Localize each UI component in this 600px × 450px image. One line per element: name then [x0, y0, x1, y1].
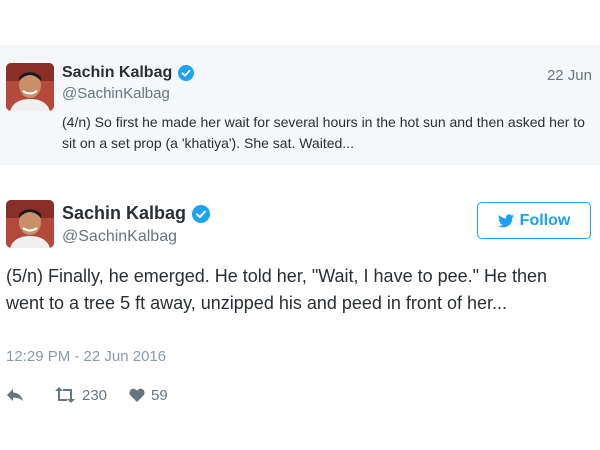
like-button[interactable]: 59 [129, 387, 168, 404]
author-row: Sachin Kalbag [62, 203, 211, 224]
avatar[interactable] [6, 200, 54, 248]
author-name[interactable]: Sachin Kalbag [62, 203, 186, 224]
author-name[interactable]: Sachin Kalbag [62, 64, 172, 82]
reply-arrow-icon [6, 388, 24, 402]
quoted-tweet-card[interactable]: Sachin Kalbag @SachinKalbag 22 Jun (4/n)… [0, 45, 600, 165]
tweet-timestamp[interactable]: 12:29 PM - 22 Jun 2016 [6, 348, 166, 365]
follow-button[interactable]: Follow [477, 202, 591, 239]
tweet-date[interactable]: 22 Jun [547, 67, 592, 84]
avatar[interactable] [6, 63, 54, 111]
author-handle[interactable]: @SachinKalbag [62, 228, 177, 246]
retweet-icon [54, 387, 76, 403]
tweet-text: (5/n) Finally, he emerged. He told her, … [6, 266, 548, 313]
like-count: 59 [151, 386, 168, 404]
quoted-tweet-text: (4/n) So first he made her wait for seve… [62, 114, 585, 151]
author-row: Sachin Kalbag [62, 64, 195, 82]
retweet-count: 230 [82, 386, 108, 404]
avatar-image [6, 63, 54, 111]
verified-badge-icon [192, 204, 211, 223]
author-handle[interactable]: @SachinKalbag [62, 85, 170, 102]
reply-button[interactable] [6, 388, 24, 402]
tweet-actions: 230 59 [6, 384, 168, 406]
retweet-button[interactable]: 230 [54, 387, 107, 404]
verified-badge-icon [178, 65, 195, 81]
heart-icon [129, 388, 145, 402]
avatar-image [6, 200, 54, 248]
twitter-embed-page: Sachin Kalbag @SachinKalbag 22 Jun (4/n)… [0, 0, 600, 450]
twitter-bird-icon [497, 213, 514, 228]
follow-label: Follow [519, 211, 571, 229]
